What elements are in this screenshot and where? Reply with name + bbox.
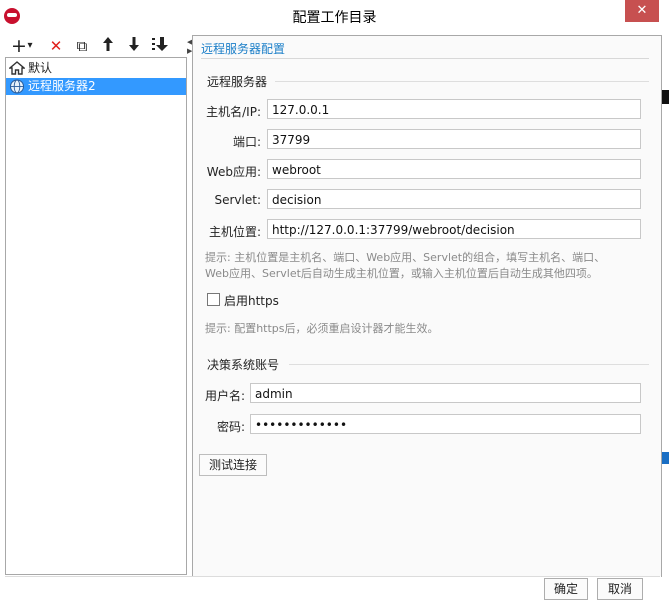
window-title: 配置工作目录 — [292, 10, 377, 26]
https-hint: 提示: 配置https后，必须重启设计器才能生效。 — [205, 322, 439, 335]
dialog-footer: 确定 取消 — [0, 576, 661, 606]
workspace-tree: 默认 远程服务器2 — [5, 57, 187, 575]
test-connection-button[interactable]: 测试连接 — [199, 454, 267, 476]
host-input[interactable]: 127.0.0.1 — [267, 99, 641, 119]
close-button[interactable]: ✕ — [625, 0, 659, 22]
divider — [275, 81, 649, 82]
ok-button[interactable]: 确定 — [544, 578, 588, 600]
move-up-icon[interactable] — [99, 36, 117, 56]
https-checkbox-label[interactable]: 启用https — [224, 292, 279, 309]
move-down-icon[interactable] — [125, 36, 143, 56]
location-input[interactable]: http://127.0.0.1:37799/webroot/decision — [267, 219, 641, 239]
servlet-label: Servlet: — [214, 193, 262, 207]
sort-icon[interactable] — [151, 36, 171, 56]
sort-down-icon — [152, 37, 168, 51]
divider — [289, 364, 649, 365]
https-checkbox[interactable] — [207, 293, 220, 306]
panel-title: 远程服务器配置 — [201, 42, 286, 56]
tree-item-remote-server[interactable]: 远程服务器2 — [6, 78, 186, 95]
location-label: 主机位置: — [208, 225, 261, 239]
window-edge — [661, 32, 669, 606]
password-label: 密码: — [216, 420, 245, 434]
host-label: 主机名/IP: — [206, 105, 261, 119]
location-hint-line1: 提示: 主机位置是主机名、端口、Web应用、Servlet的组合，填写主机名、端… — [205, 251, 606, 264]
password-input[interactable]: ••••••••••••• — [250, 414, 641, 434]
cancel-button[interactable]: 取消 — [597, 578, 643, 600]
divider — [5, 576, 660, 577]
port-label: 端口: — [232, 135, 261, 149]
username-input[interactable]: admin — [250, 383, 641, 403]
webapp-input[interactable]: webroot — [267, 159, 641, 179]
tree-item-default[interactable]: 默认 — [6, 60, 186, 77]
copy-icon[interactable]: ⧉ — [73, 36, 91, 56]
edge-mark — [661, 452, 669, 464]
arrow-up-icon — [103, 37, 113, 51]
home-icon — [8, 60, 26, 77]
toolbar: + ▾ ✕ ⧉ — [5, 35, 187, 57]
title-bar: 配置工作目录 ✕ — [0, 0, 669, 32]
account-section-title: 决策系统账号 — [207, 358, 280, 372]
servlet-input[interactable]: decision — [267, 189, 641, 209]
remote-server-section-title: 远程服务器 — [207, 75, 268, 89]
tree-item-label: 远程服务器2 — [28, 79, 96, 93]
edge-mark — [661, 90, 669, 104]
port-input[interactable]: 37799 — [267, 129, 641, 149]
globe-icon — [9, 78, 25, 95]
add-dropdown-icon[interactable]: ▾ — [25, 36, 35, 56]
divider — [201, 58, 649, 59]
add-icon[interactable]: + — [11, 36, 27, 56]
tree-item-label: 默认 — [28, 61, 53, 75]
arrow-down-icon — [129, 37, 139, 51]
location-hint-line2: Web应用、Servlet后自动生成主机位置，或输入主机位置后自动生成其他四项。 — [205, 267, 598, 280]
webapp-label: Web应用: — [206, 165, 261, 179]
remote-server-panel: 远程服务器配置 远程服务器 主机名/IP: 127.0.0.1 端口: 3779… — [192, 35, 662, 577]
left-panel: + ▾ ✕ ⧉ 默认 远程服务器2 — [5, 35, 187, 575]
username-label: 用户名: — [204, 389, 245, 403]
delete-icon[interactable]: ✕ — [47, 36, 65, 56]
